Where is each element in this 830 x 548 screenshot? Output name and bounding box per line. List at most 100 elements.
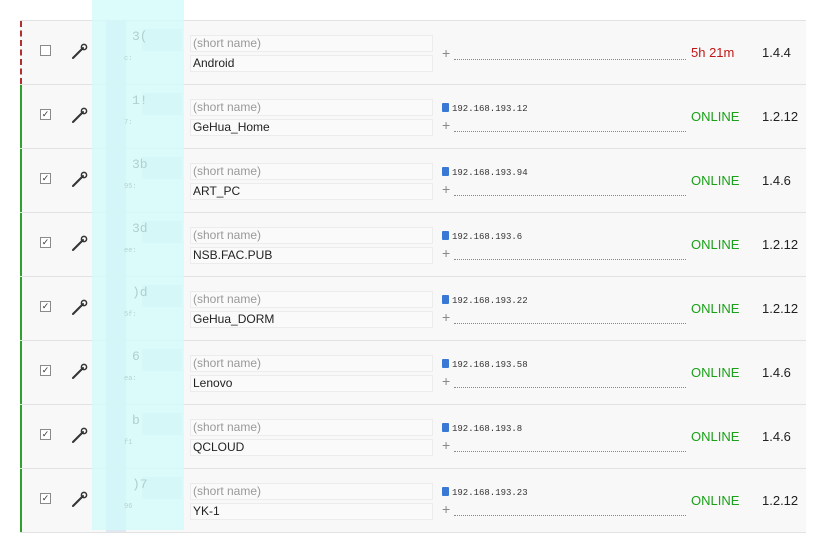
add-ip-input[interactable] (454, 387, 686, 388)
obscured-id-part (106, 85, 126, 148)
add-ip-input[interactable] (454, 323, 686, 324)
managed-ips: 192.168.193.58 + (442, 357, 686, 389)
plus-icon[interactable]: + (442, 501, 450, 517)
short-name-field[interactable]: (short name) (190, 163, 433, 180)
plus-icon[interactable]: + (442, 245, 450, 261)
member-row: ✓ 1! 7: (short name) GeHua_Home 192.168.… (20, 85, 806, 149)
obscured-id-part (106, 277, 126, 340)
member-name-field[interactable]: Lenovo (190, 375, 433, 392)
status-indicator-bar (20, 469, 22, 532)
member-id-text: 3b (132, 157, 148, 172)
member-row: ✓ 3d ee: (short name) NSB.FAC.PUB 192.16… (20, 213, 806, 277)
authorize-checkbox[interactable]: ✓ (40, 237, 51, 248)
client-version: 1.4.6 (762, 429, 791, 444)
member-name-field[interactable]: ART_PC (190, 183, 433, 200)
add-ip-input[interactable] (454, 59, 686, 60)
wrench-icon[interactable] (70, 107, 88, 125)
trash-icon[interactable] (442, 359, 449, 368)
authorize-checkbox[interactable]: ✓ (40, 173, 51, 184)
obscured-id-part (106, 21, 126, 84)
add-ip-input[interactable] (454, 131, 686, 132)
plus-icon[interactable]: + (442, 45, 450, 61)
managed-ips: 192.168.193.6 + (442, 229, 686, 261)
wrench-icon[interactable] (70, 299, 88, 317)
trash-icon[interactable] (442, 167, 449, 176)
client-version: 1.2.12 (762, 301, 799, 316)
member-id-subtext: 5f: (124, 311, 137, 319)
member-id: )d 5f: (88, 277, 186, 340)
short-name-field[interactable]: (short name) (190, 99, 433, 116)
trash-icon[interactable] (442, 231, 449, 240)
obscured-id-part (106, 149, 126, 212)
client-version: 1.4.4 (762, 45, 791, 60)
managed-ip: 192.168.193.6 (452, 232, 523, 242)
wrench-icon[interactable] (70, 363, 88, 381)
trash-icon[interactable] (442, 103, 449, 112)
plus-icon[interactable]: + (442, 373, 450, 389)
member-name-field[interactable]: NSB.FAC.PUB (190, 247, 433, 264)
member-id: 3d ee: (88, 213, 186, 276)
add-ip-input[interactable] (454, 259, 686, 260)
short-name-field[interactable]: (short name) (190, 291, 433, 308)
trash-icon[interactable] (442, 295, 449, 304)
member-status: ONLINE (691, 301, 740, 316)
obscured-id-part (142, 349, 182, 371)
member-id: 3( c: (88, 21, 186, 84)
member-name-field[interactable]: YK-1 (190, 503, 433, 520)
wrench-icon[interactable] (70, 235, 88, 253)
status-indicator-bar (20, 149, 22, 212)
wrench-icon[interactable] (70, 43, 88, 61)
member-id-subtext: 7: (124, 119, 133, 127)
trash-icon[interactable] (442, 487, 449, 496)
short-name-field[interactable]: (short name) (190, 355, 433, 372)
member-id-text: 1! (132, 93, 148, 108)
add-ip-input[interactable] (454, 515, 686, 516)
authorize-checkbox[interactable] (40, 45, 51, 56)
authorize-checkbox[interactable]: ✓ (40, 493, 51, 504)
obscured-id-part (142, 285, 182, 307)
member-id-text: 6 (132, 349, 140, 364)
member-name-field[interactable]: GeHua_Home (190, 119, 433, 136)
member-status: ONLINE (691, 493, 740, 508)
authorize-checkbox[interactable]: ✓ (40, 109, 51, 120)
obscured-id-part (106, 469, 126, 532)
plus-icon[interactable]: + (442, 117, 450, 133)
add-ip-input[interactable] (454, 451, 686, 452)
member-id-text: 3d (132, 221, 148, 236)
member-row: ✓ 6 ea: (short name) Lenovo 192.168.193.… (20, 341, 806, 405)
managed-ips: 192.168.193.94 + (442, 165, 686, 197)
client-version: 1.2.12 (762, 237, 799, 252)
member-status: ONLINE (691, 237, 740, 252)
short-name-field[interactable]: (short name) (190, 483, 433, 500)
short-name-field[interactable]: (short name) (190, 227, 433, 244)
member-status: ONLINE (691, 365, 740, 380)
client-version: 1.2.12 (762, 109, 799, 124)
obscured-id-part (142, 413, 182, 435)
member-row: ✓ 3b 95: (short name) ART_PC 192.168.193… (20, 149, 806, 213)
member-row: ✓ )d 5f: (short name) GeHua_DORM 192.168… (20, 277, 806, 341)
member-name-field[interactable]: Android (190, 55, 433, 72)
plus-icon[interactable]: + (442, 309, 450, 325)
wrench-icon[interactable] (70, 491, 88, 509)
authorize-checkbox[interactable]: ✓ (40, 429, 51, 440)
add-ip-input[interactable] (454, 195, 686, 196)
member-name-field[interactable]: GeHua_DORM (190, 311, 433, 328)
authorize-checkbox[interactable]: ✓ (40, 301, 51, 312)
trash-icon[interactable] (442, 423, 449, 432)
obscured-id-part (142, 221, 182, 243)
status-indicator-bar (20, 405, 22, 468)
plus-icon[interactable]: + (442, 437, 450, 453)
authorize-checkbox[interactable]: ✓ (40, 365, 51, 376)
wrench-icon[interactable] (70, 427, 88, 445)
member-status: ONLINE (691, 429, 740, 444)
status-indicator-bar (20, 277, 22, 340)
managed-ip: 192.168.193.12 (452, 104, 528, 114)
member-id-subtext: 96 (124, 503, 133, 511)
short-name-field[interactable]: (short name) (190, 419, 433, 436)
member-name-field[interactable]: QCLOUD (190, 439, 433, 456)
wrench-icon[interactable] (70, 171, 88, 189)
plus-icon[interactable]: + (442, 181, 450, 197)
client-version: 1.4.6 (762, 365, 791, 380)
member-row: ✓ )7 96 (short name) YK-1 192.168.193.23… (20, 469, 806, 533)
short-name-field[interactable]: (short name) (190, 35, 433, 52)
